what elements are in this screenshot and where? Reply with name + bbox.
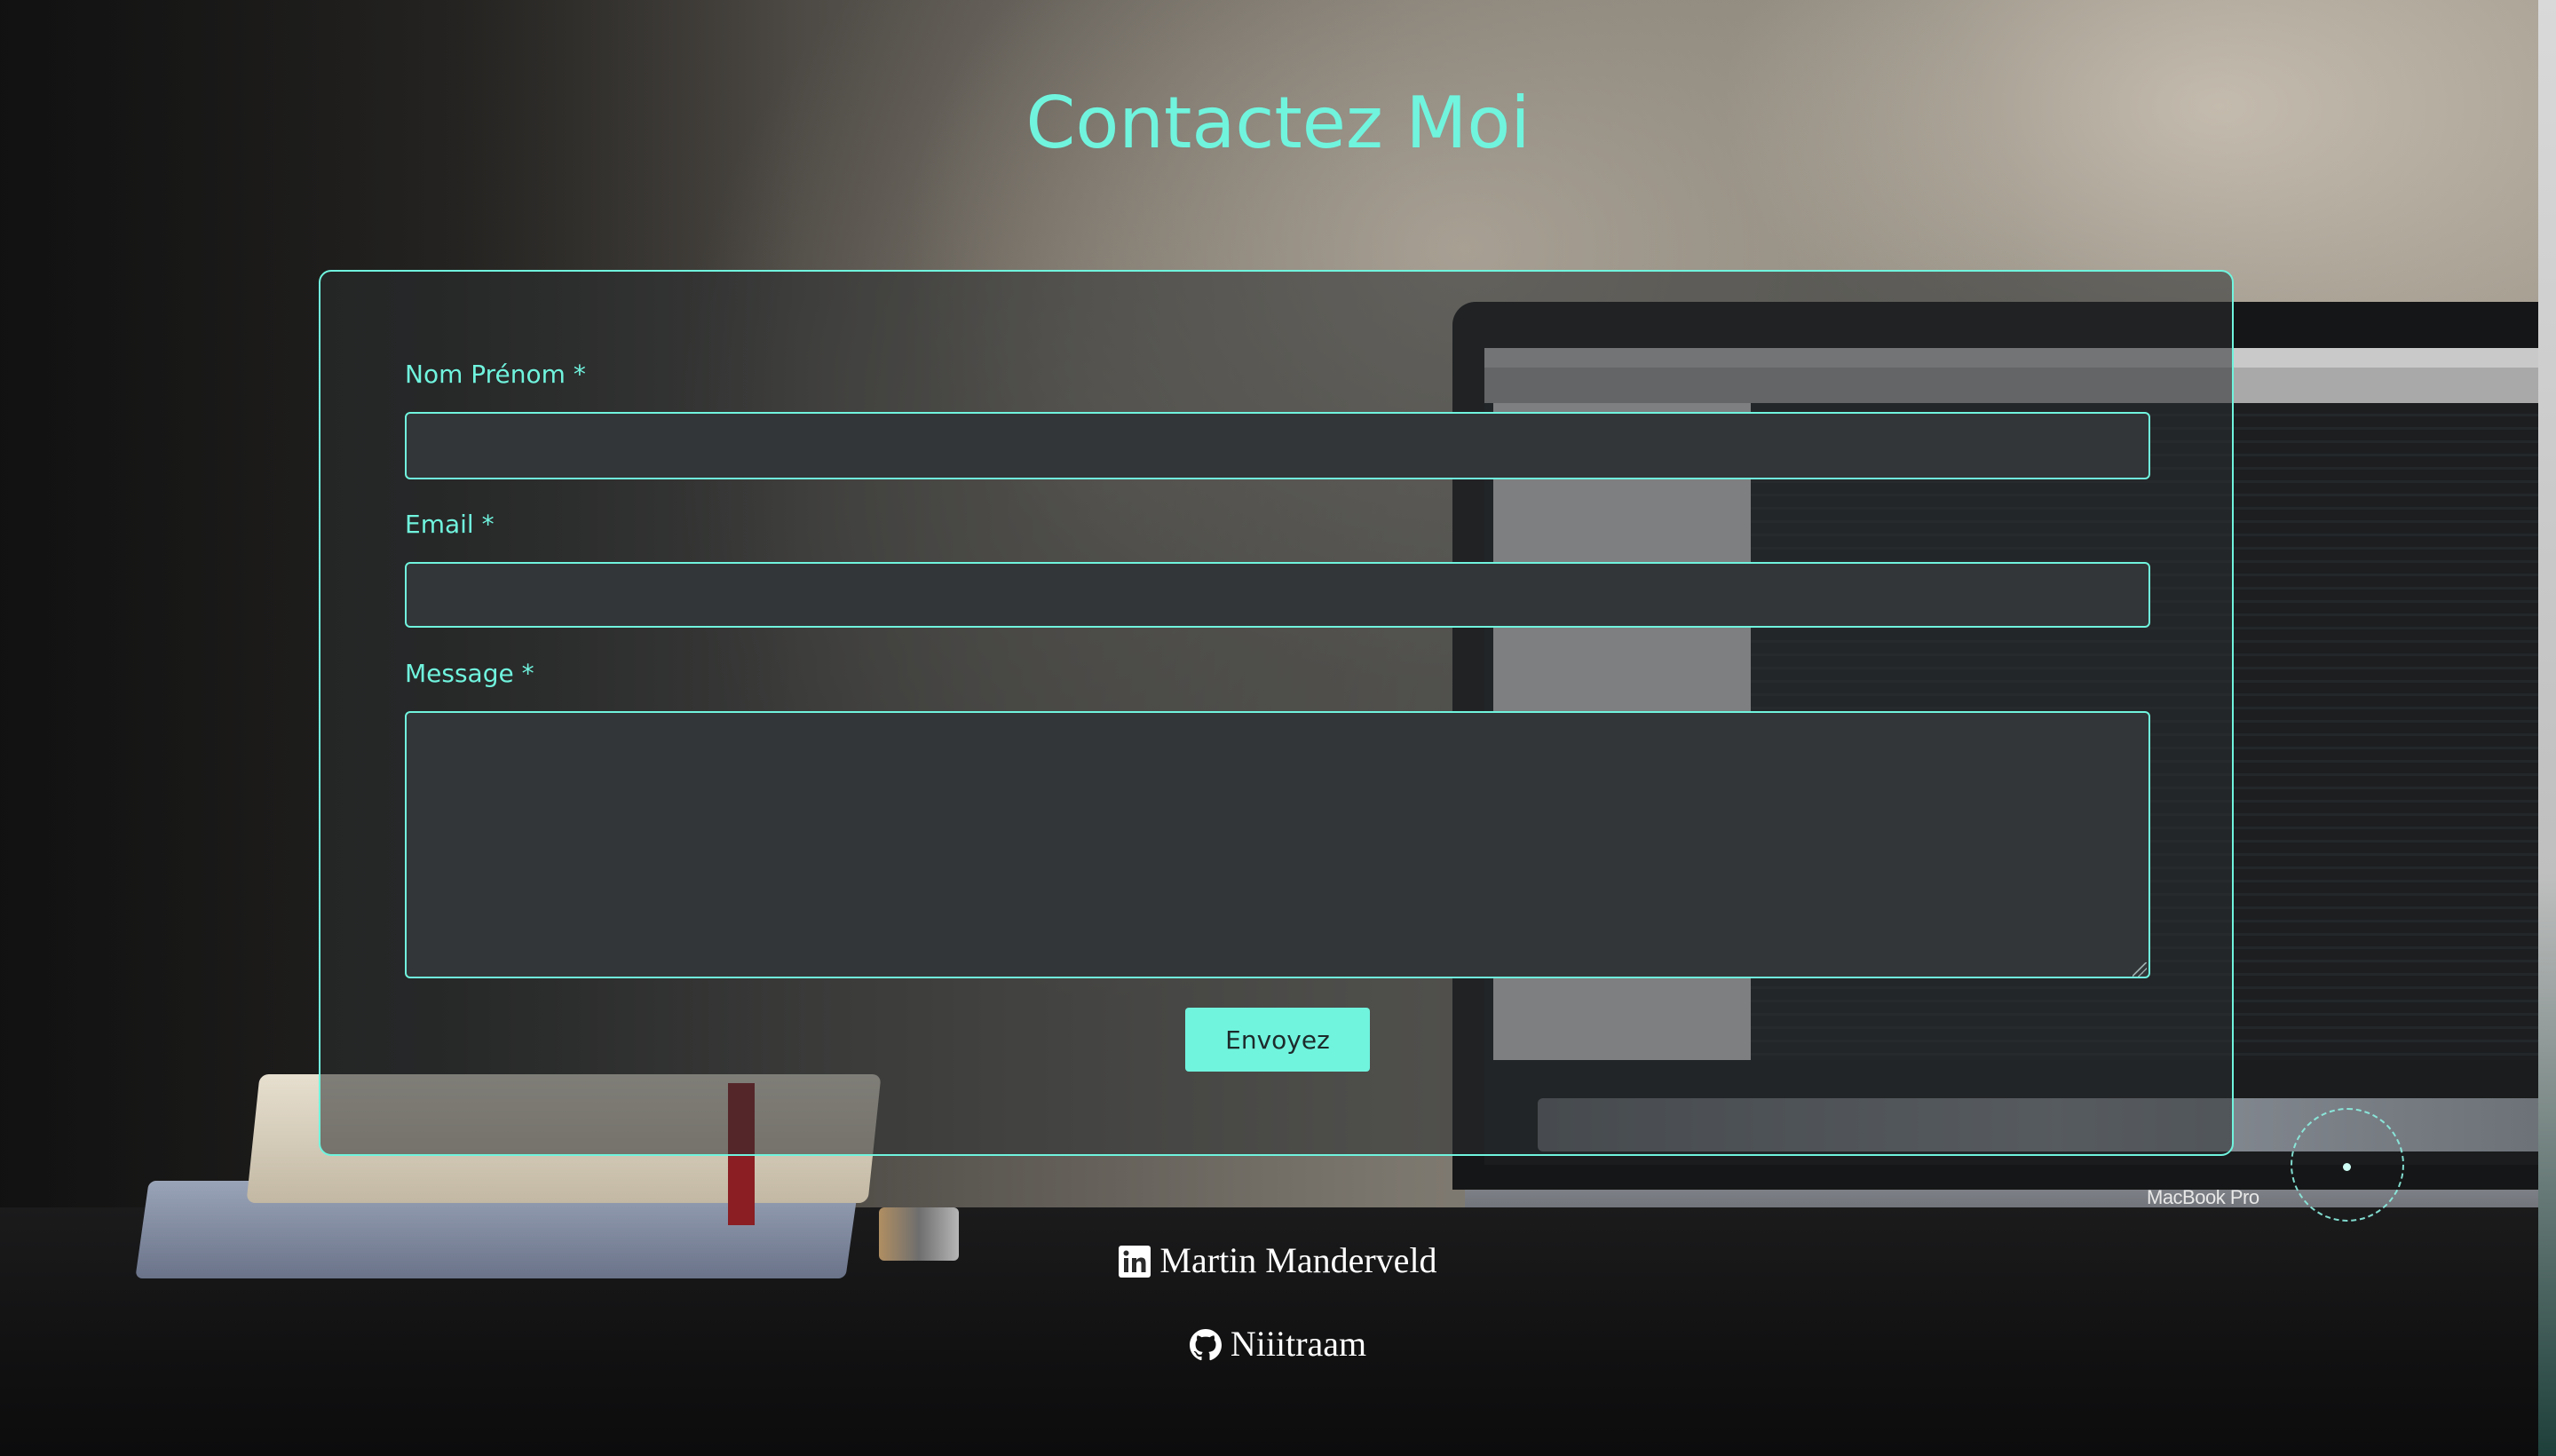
email-field-label: Email *: [405, 510, 495, 539]
linkedin-icon: [1119, 1245, 1151, 1278]
linkedin-link[interactable]: Martin Manderveld: [0, 1239, 2556, 1281]
github-link[interactable]: Niiitraam: [0, 1323, 2556, 1365]
name-field-label: Nom Prénom *: [405, 360, 586, 389]
github-link-label: Niiitraam: [1230, 1324, 1367, 1364]
page-title: Contactez Moi: [1025, 82, 1531, 164]
name-input[interactable]: [405, 412, 2150, 479]
email-input[interactable]: [405, 562, 2150, 628]
laptop-brand-label: MacBook Pro: [2147, 1186, 2259, 1208]
message-textarea[interactable]: [405, 711, 2150, 978]
resize-handle-icon[interactable]: [2133, 962, 2147, 977]
scrollbar[interactable]: [2538, 0, 2556, 1456]
linkedin-link-label: Martin Manderveld: [1159, 1240, 1437, 1280]
github-icon: [1189, 1328, 1222, 1360]
submit-button[interactable]: Envoyez: [1185, 1008, 1370, 1072]
cursor-dot: [2343, 1163, 2351, 1171]
message-field-label: Message *: [405, 659, 534, 688]
